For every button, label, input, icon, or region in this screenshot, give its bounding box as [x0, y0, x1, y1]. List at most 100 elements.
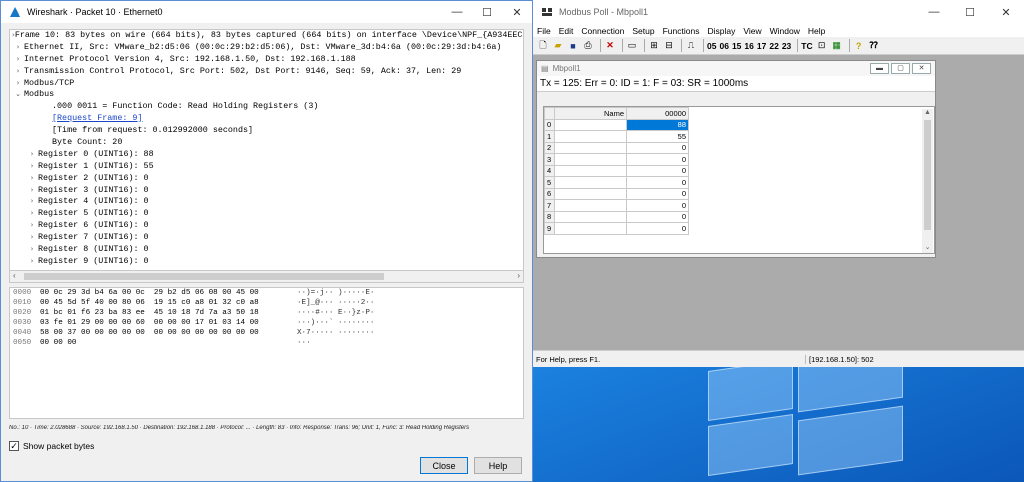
menu-display[interactable]: Display [703, 26, 739, 36]
expand-arrow-icon[interactable]: › [12, 78, 24, 90]
register-name-cell[interactable] [554, 176, 627, 189]
minimize-icon[interactable]: — [916, 1, 952, 23]
help-question-icon[interactable]: ? [853, 40, 865, 52]
register-row[interactable]: 80 [544, 210, 689, 223]
close-button[interactable]: Close [420, 457, 468, 474]
tree-row[interactable]: › Register 0 (UINT16): 88 [10, 149, 523, 161]
register-name-cell[interactable] [554, 130, 627, 143]
tree-row[interactable]: › Register 8 (UINT16): 0 [10, 244, 523, 256]
tc-button[interactable]: TC [801, 41, 812, 51]
tree-row[interactable]: › Modbus/TCP [10, 78, 523, 90]
vertical-scrollbar[interactable]: ▲ ⌄ [922, 109, 933, 253]
register-row[interactable]: 40 [544, 164, 689, 177]
menu-window[interactable]: Window [766, 26, 804, 36]
hex-row[interactable]: 0000 00 0c 29 3d b4 6a 00 0c 29 b2 d5 06 … [10, 288, 523, 298]
read-write-icon[interactable]: ⊞ [648, 40, 660, 52]
register-name-cell[interactable] [554, 199, 627, 212]
tree-row[interactable]: ⌄ Modbus [10, 89, 523, 101]
function-code-15-button[interactable]: 15 [732, 41, 741, 51]
minimize-icon[interactable]: — [442, 1, 472, 23]
horizontal-scrollbar[interactable]: ‹ › [9, 271, 524, 283]
menu-file[interactable]: File [533, 26, 555, 36]
menu-setup[interactable]: Setup [628, 26, 658, 36]
register-value-cell[interactable]: 0 [626, 141, 689, 154]
tree-row[interactable]: › Internet Protocol Version 4, Src: 192.1… [10, 54, 523, 66]
close-icon[interactable]: ✕ [502, 1, 532, 23]
tree-row[interactable]: Byte Count: 20 [10, 137, 523, 149]
menu-edit[interactable]: Edit [555, 26, 578, 36]
register-name-cell[interactable] [554, 153, 627, 166]
traffic-icon[interactable]: ⊡ [816, 40, 828, 52]
menu-view[interactable]: View [739, 26, 765, 36]
scroll-up-icon[interactable]: ▲ [922, 109, 933, 119]
tree-row[interactable]: › Register 1 (UINT16): 55 [10, 161, 523, 173]
hex-row[interactable]: 0030 03 fe 01 29 00 00 00 60 00 00 00 17 … [10, 318, 523, 328]
expand-arrow-icon[interactable]: › [26, 196, 38, 208]
communication-icon[interactable]: ⊟ [663, 40, 675, 52]
register-row[interactable]: 90 [544, 222, 689, 235]
tree-row[interactable]: › Frame 10: 83 bytes on wire (664 bits), … [10, 30, 523, 42]
register-value-cell[interactable]: 0 [626, 187, 689, 200]
scroll-down-icon[interactable]: ⌄ [922, 243, 933, 253]
new-file-icon[interactable]: 🗋 [537, 40, 549, 52]
expand-arrow-icon[interactable]: › [26, 149, 38, 161]
expand-arrow-icon[interactable]: › [26, 185, 38, 197]
register-value-cell[interactable]: 0 [626, 153, 689, 166]
hex-row[interactable]: 0040 58 00 37 00 00 00 00 00 00 00 00 00 … [10, 328, 523, 338]
tree-row[interactable]: .000 0011 = Function Code: Read Holding … [10, 101, 523, 113]
register-row[interactable]: 60 [544, 187, 689, 200]
scrollbar-thumb[interactable] [24, 273, 384, 280]
expand-arrow-icon[interactable]: › [12, 66, 24, 78]
register-value-cell[interactable]: 88 [626, 118, 689, 131]
child-maximize-icon[interactable]: ▢ [891, 63, 910, 74]
tree-row[interactable]: › Register 7 (UINT16): 0 [10, 232, 523, 244]
checkbox-check-icon[interactable]: ✓ [9, 441, 19, 451]
tree-row[interactable]: › Register 6 (UINT16): 0 [10, 220, 523, 232]
scroll-right-icon[interactable]: › [517, 271, 520, 280]
register-name-cell[interactable] [554, 222, 627, 235]
scrollbar-thumb[interactable] [924, 120, 931, 230]
register-name-cell[interactable] [554, 164, 627, 177]
save-icon[interactable]: ■ [567, 40, 579, 52]
register-row[interactable]: 50 [544, 176, 689, 189]
expand-arrow-icon[interactable]: › [26, 220, 38, 232]
expand-arrow-icon[interactable]: › [26, 161, 38, 173]
tree-row[interactable]: › Register 2 (UINT16): 0 [10, 173, 523, 185]
hex-row[interactable]: 0020 01 bc 01 f6 23 ba 83 ee 45 10 18 7d … [10, 308, 523, 318]
menu-connection[interactable]: Connection [577, 26, 628, 36]
packet-details-tree[interactable]: › Frame 10: 83 bytes on wire (664 bits), … [9, 29, 524, 271]
function-code-23-button[interactable]: 23 [782, 41, 791, 51]
register-value-cell[interactable]: 0 [626, 176, 689, 189]
close-icon[interactable]: ✕ [988, 1, 1024, 23]
function-code-22-button[interactable]: 22 [769, 41, 778, 51]
packet-bytes-pane[interactable]: 0000 00 0c 29 3d b4 6a 00 0c 29 b2 d5 06 … [9, 287, 524, 419]
expand-arrow-icon[interactable]: › [12, 42, 24, 54]
open-folder-icon[interactable]: ▰ [552, 40, 564, 52]
tree-row[interactable]: [Request Frame: 9] [10, 113, 523, 125]
wireshark-titlebar[interactable]: Wireshark · Packet 10 · Ethernet0 — ☐ ✕ [1, 1, 532, 23]
register-row[interactable]: 1 55 [544, 130, 689, 143]
tree-row[interactable]: › Register 3 (UINT16): 0 [10, 185, 523, 197]
function-code-05-button[interactable]: 05 [707, 41, 716, 51]
expand-arrow-icon[interactable]: › [26, 173, 38, 185]
print-icon[interactable]: ⎙ [582, 40, 594, 52]
tree-row[interactable]: › Ethernet II, Src: VMware_b2:d5:06 (00:0… [10, 42, 523, 54]
register-value-cell[interactable]: 0 [626, 210, 689, 223]
pulse-icon[interactable]: ⎍ [685, 40, 697, 52]
register-row[interactable]: 30 [544, 153, 689, 166]
context-help-icon[interactable]: ⁇ [868, 40, 880, 52]
function-code-06-button[interactable]: 06 [719, 41, 728, 51]
register-row[interactable]: 20 [544, 141, 689, 154]
chart-icon[interactable]: ▦ [831, 40, 843, 52]
menu-help[interactable]: Help [804, 26, 829, 36]
register-name-cell[interactable] [554, 187, 627, 200]
child-minimize-icon[interactable]: ▬ [870, 63, 889, 74]
delete-icon[interactable]: ✕ [604, 40, 616, 52]
expand-arrow-icon[interactable]: › [26, 256, 38, 268]
help-button[interactable]: Help [474, 457, 522, 474]
tree-row[interactable]: › Register 5 (UINT16): 0 [10, 208, 523, 220]
maximize-icon[interactable]: ☐ [952, 1, 988, 23]
menu-functions[interactable]: Functions [659, 26, 704, 36]
register-row[interactable]: 70 [544, 199, 689, 212]
modbus-titlebar[interactable]: Modbus Poll - Mbpoll1 — ☐ ✕ [533, 0, 1024, 24]
